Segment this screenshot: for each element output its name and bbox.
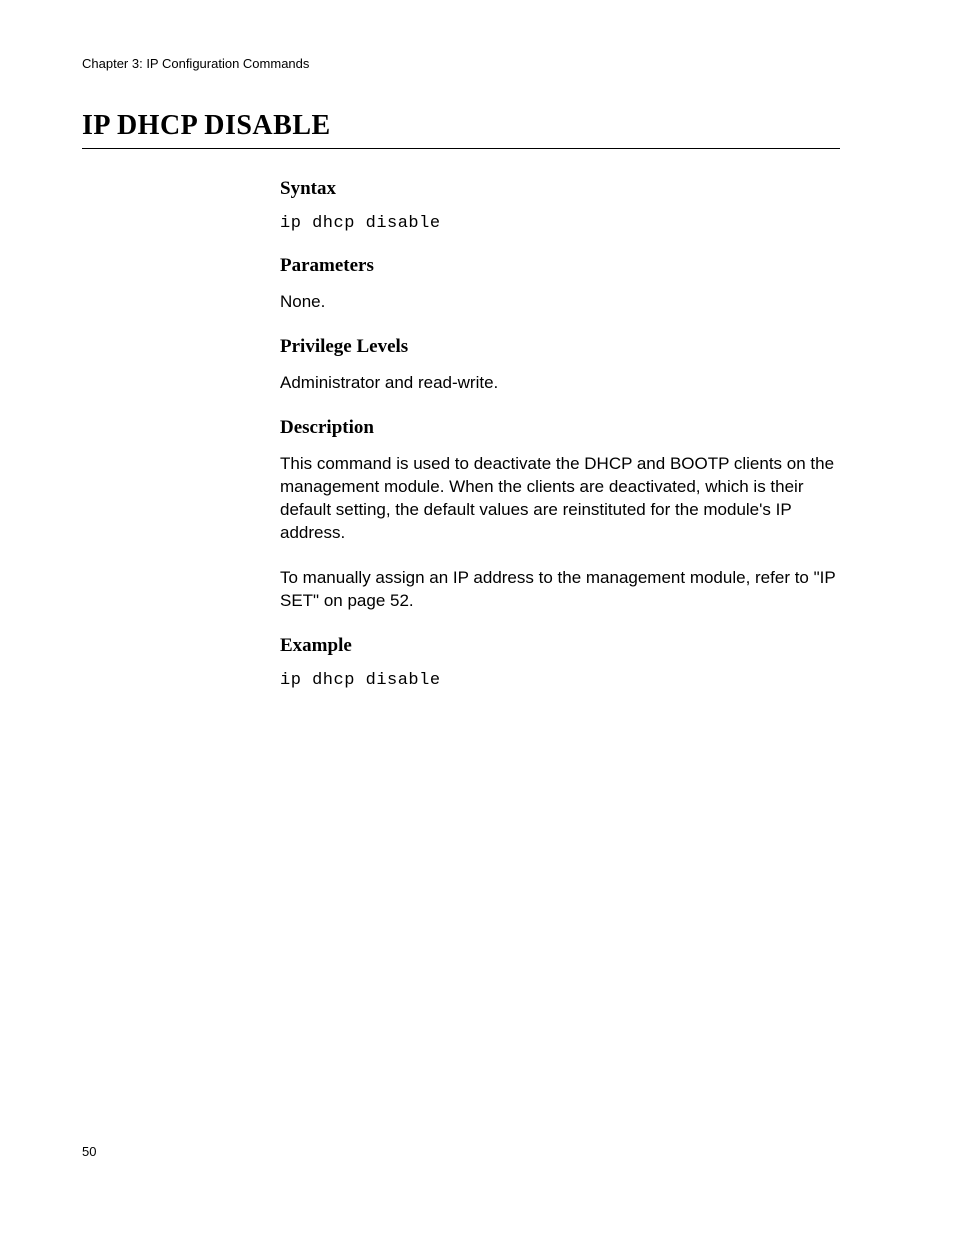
privilege-heading: Privilege Levels bbox=[280, 336, 840, 358]
description-section: Description This command is used to deac… bbox=[280, 417, 840, 613]
description-para1: This command is used to deactivate the D… bbox=[280, 453, 840, 545]
chapter-header: Chapter 3: IP Configuration Commands bbox=[82, 56, 309, 71]
privilege-text: Administrator and read-write. bbox=[280, 372, 840, 395]
parameters-heading: Parameters bbox=[280, 255, 840, 277]
page-title: IP DHCP DISABLE bbox=[82, 110, 840, 149]
example-section: Example ip dhcp disable bbox=[280, 635, 840, 690]
example-code: ip dhcp disable bbox=[280, 671, 840, 690]
page-number: 50 bbox=[82, 1144, 96, 1159]
syntax-section: Syntax ip dhcp disable bbox=[280, 178, 840, 233]
description-para2: To manually assign an IP address to the … bbox=[280, 567, 840, 613]
syntax-code: ip dhcp disable bbox=[280, 214, 840, 233]
syntax-heading: Syntax bbox=[280, 178, 840, 200]
privilege-section: Privilege Levels Administrator and read-… bbox=[280, 336, 840, 395]
example-heading: Example bbox=[280, 635, 840, 657]
description-heading: Description bbox=[280, 417, 840, 439]
content-area: Syntax ip dhcp disable Parameters None. … bbox=[280, 178, 840, 712]
parameters-section: Parameters None. bbox=[280, 255, 840, 314]
parameters-text: None. bbox=[280, 291, 840, 314]
